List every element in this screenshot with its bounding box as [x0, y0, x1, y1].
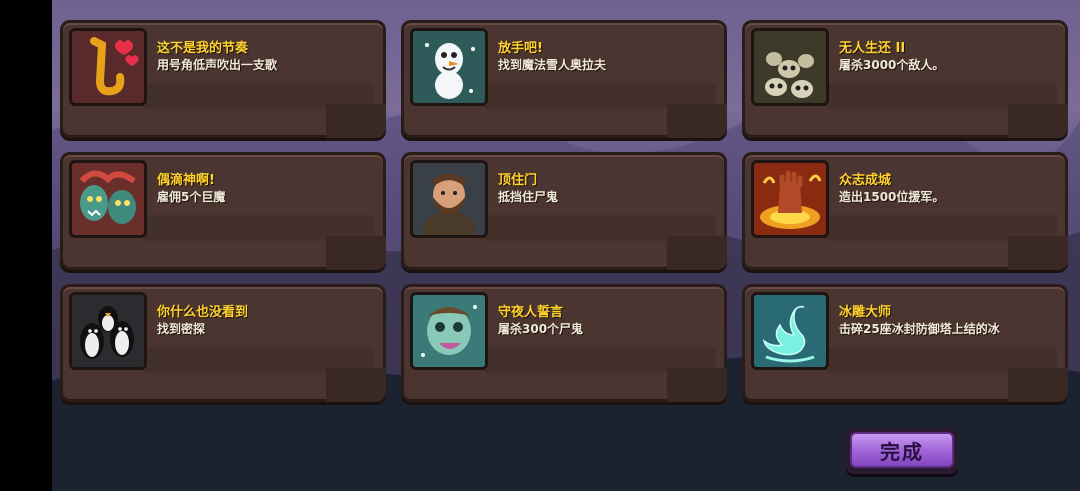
achievement-card[interactable]: 这不是我的节奏 用号角低声吹出一支歌: [60, 20, 386, 138]
achievement-title: 你什么也没看到: [157, 305, 249, 320]
achievement-description: 抵挡住尸鬼: [498, 190, 559, 204]
skull-pile-icon: [751, 28, 829, 106]
achievement-title: 众志成城: [839, 173, 892, 188]
achievement-description: 击碎25座冰封防御塔上结的冰: [839, 322, 1000, 336]
achievement-description: 找到魔法雪人奥拉夫: [498, 58, 607, 72]
achievement-title: 放手吧!: [498, 41, 543, 56]
achievement-card[interactable]: 放手吧! 找到魔法雪人奥拉夫: [401, 20, 727, 138]
snowman-icon: [410, 28, 488, 106]
achievement-title: 冰雕大师: [839, 305, 892, 320]
done-button-label: 完成: [880, 439, 924, 464]
achievement-title: 这不是我的节奏: [157, 41, 249, 56]
achievement-card[interactable]: 顶住门 抵挡住尸鬼: [401, 152, 727, 270]
saxophone-hearts-icon: [69, 28, 147, 106]
done-button[interactable]: 完成: [846, 428, 958, 474]
achievement-description: 找到密探: [157, 322, 206, 336]
achievement-description: 雇佣5个巨魔: [157, 190, 226, 204]
bearded-warrior-icon: [410, 160, 488, 238]
achievement-title: 守夜人誓言: [498, 305, 564, 320]
achievement-card[interactable]: 冰雕大师 击碎25座冰封防御塔上结的冰: [742, 284, 1068, 402]
trolls-icon: [69, 160, 147, 238]
achievement-description: 屠杀300个尸鬼: [498, 322, 584, 336]
achievement-description: 屠杀3000个敌人。: [839, 58, 945, 72]
ghoul-icon: [410, 292, 488, 370]
achievement-card[interactable]: 偶滴神啊! 雇佣5个巨魔: [60, 152, 386, 270]
achievement-title: 顶住门: [498, 173, 538, 188]
achievement-card[interactable]: 守夜人誓言 屠杀300个尸鬼: [401, 284, 727, 402]
fire-fist-icon: [751, 160, 829, 238]
achievement-card[interactable]: 你什么也没看到 找到密探: [60, 284, 386, 402]
achievement-title: 偶滴神啊!: [157, 173, 215, 188]
penguins-icon: [69, 292, 147, 370]
achievement-card[interactable]: 众志成城 造出1500位援军。: [742, 152, 1068, 270]
achievement-card[interactable]: 无人生还 II 屠杀3000个敌人。: [742, 20, 1068, 138]
achievement-description: 造出1500位援军。: [839, 190, 945, 204]
achievement-description: 用号角低声吹出一支歌: [157, 58, 278, 72]
ice-swan-icon: [751, 292, 829, 370]
achievement-title: 无人生还 II: [839, 41, 906, 56]
